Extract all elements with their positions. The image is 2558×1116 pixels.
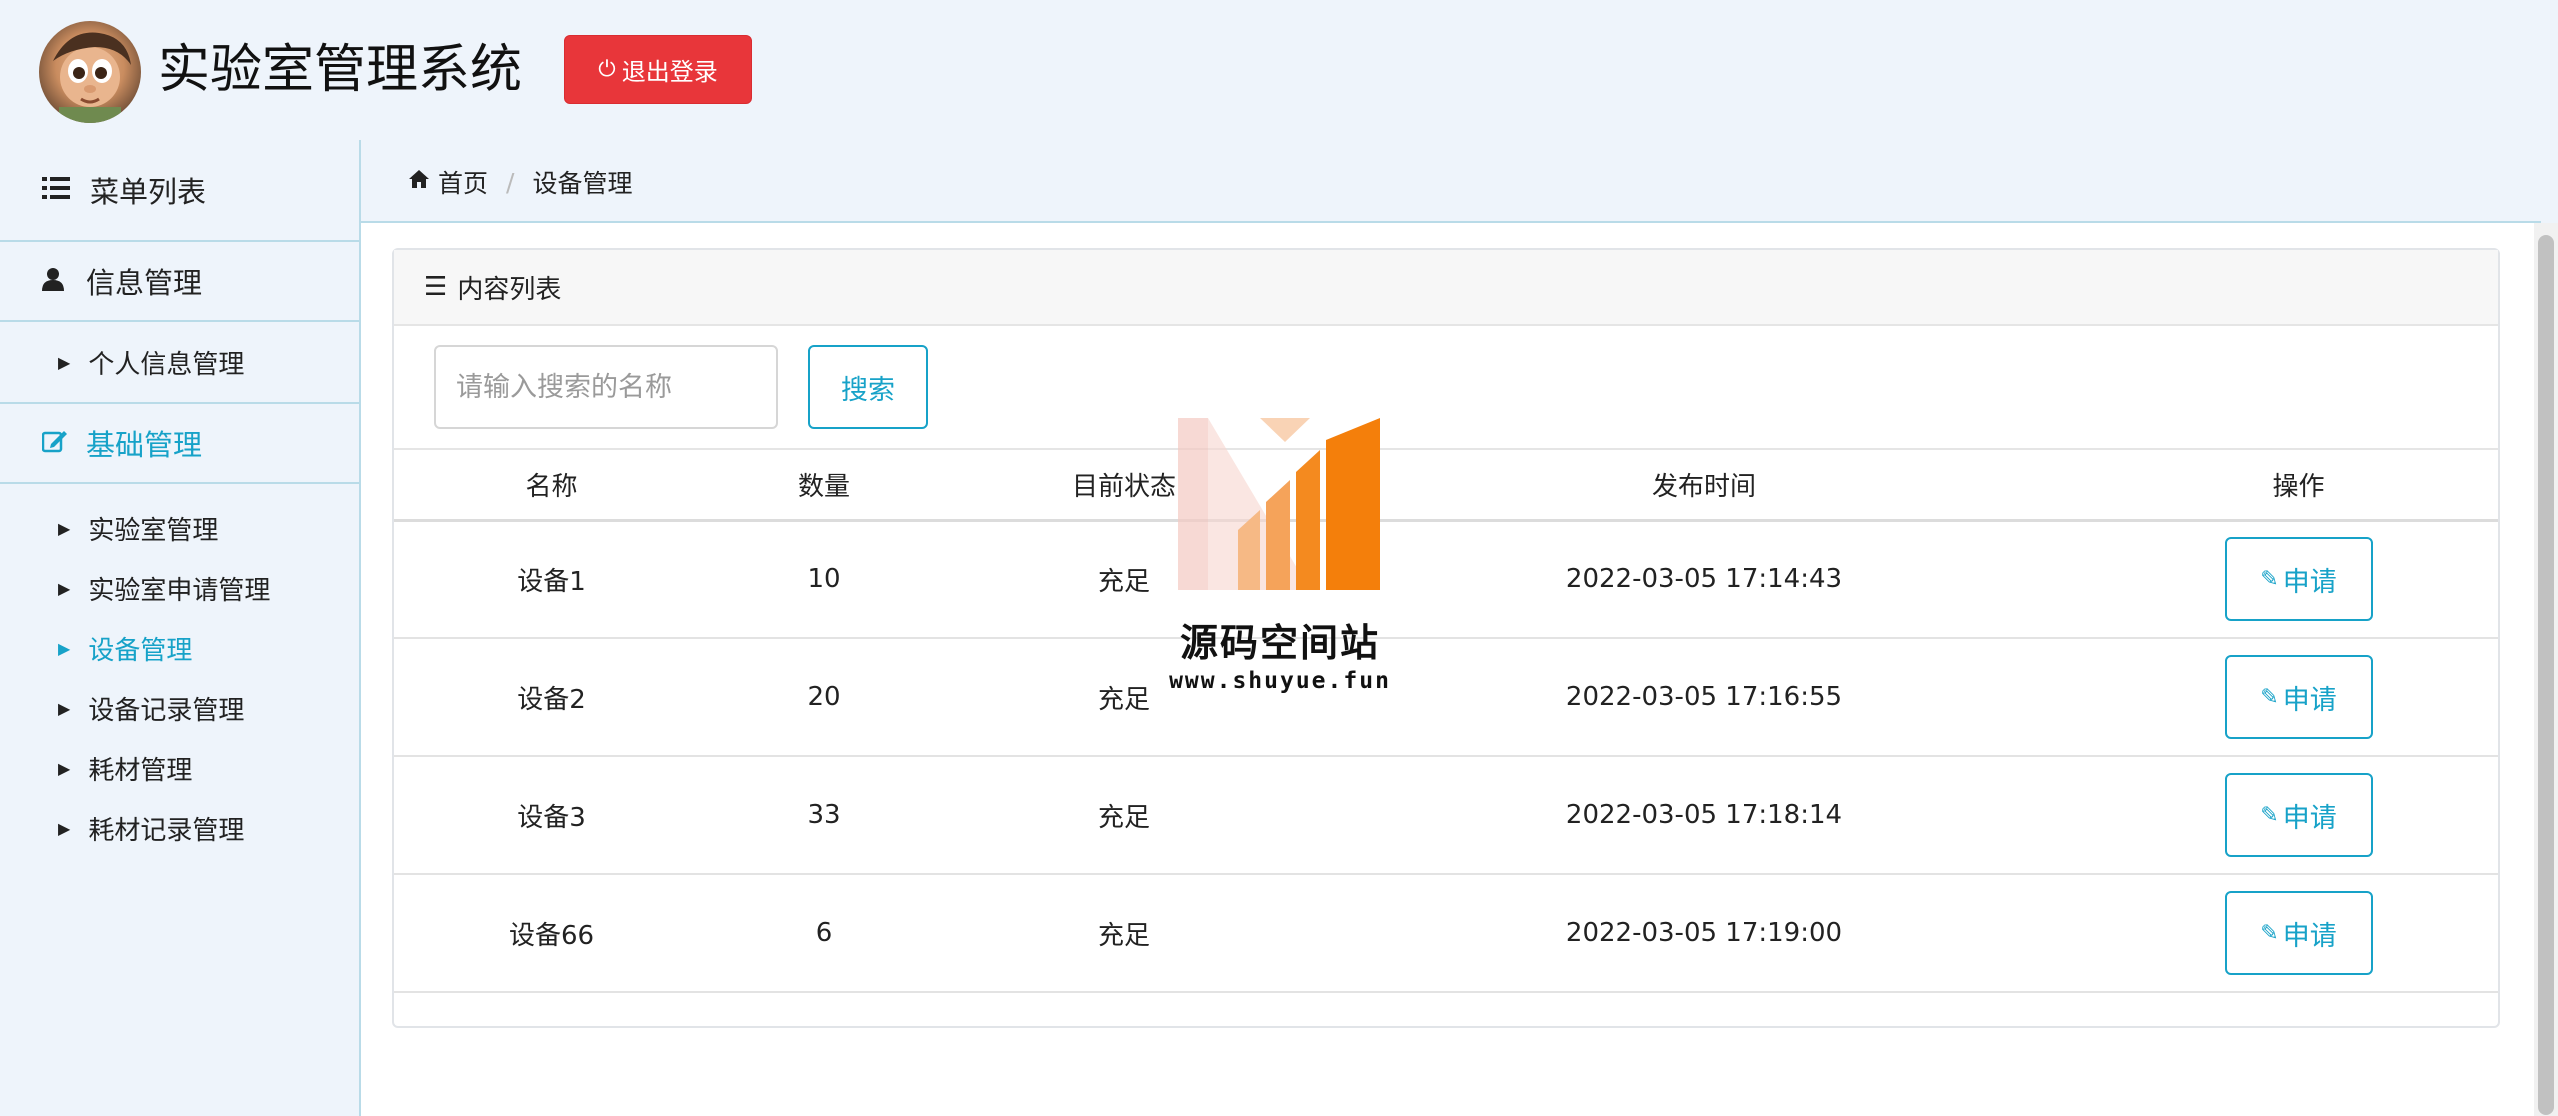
home-icon [408, 169, 430, 195]
column-header-name: 名称 [394, 450, 709, 522]
cell-name: 设备1 [394, 520, 709, 639]
content-panel: ☰ 内容列表 搜索 名称 数量 目前状态 发布时间 操作 设备1 10 充足 2… [392, 248, 2500, 1028]
menu-header: 菜单列表 [0, 140, 359, 242]
menu-group-info[interactable]: 信息管理 [0, 242, 359, 322]
caret-right-icon: ▶ [58, 818, 71, 838]
power-icon: ⏻ [598, 57, 616, 82]
cell-quantity: 33 [709, 756, 939, 875]
edit-icon [41, 427, 67, 460]
sidebar: 菜单列表 信息管理 ▶ 个人信息管理 基础管理 ▶ 实验室管理 ▶ 实验室申请管… [0, 140, 361, 1116]
submenu-basic: ▶ 实验室管理 ▶ 实验室申请管理 ▶ 设备管理 ▶ 设备记录管理 ▶ 耗材管理… [0, 484, 359, 872]
menu-title: 菜单列表 [90, 175, 207, 209]
column-header-time: 发布时间 [1309, 450, 2099, 522]
sidebar-item-equipment-records[interactable]: ▶ 设备记录管理 [0, 678, 359, 738]
apply-button[interactable]: ✎ 申请 [2224, 773, 2373, 857]
cell-action: ✎ 申请 [2099, 874, 2498, 993]
breadcrumb-home[interactable]: 首页 [438, 164, 488, 200]
edit-icon: ✎ [2260, 566, 2279, 592]
cell-name: 设备2 [394, 638, 709, 757]
apply-label: 申请 [2282, 802, 2337, 834]
apply-button[interactable]: ✎ 申请 [2224, 655, 2373, 739]
caret-right-icon: ▶ [58, 698, 71, 718]
cell-quantity: 20 [709, 638, 939, 757]
caret-right-icon: ▶ [58, 518, 71, 538]
sidebar-item-lab-application[interactable]: ▶ 实验室申请管理 [0, 558, 359, 618]
panel-heading: ☰ 内容列表 [394, 250, 2498, 326]
sidebar-item-label: 个人信息管理 [88, 349, 245, 380]
cell-quantity: 6 [709, 874, 939, 993]
table-row: 设备1 10 充足 2022-03-05 17:14:43 ✎ 申请 [394, 520, 2498, 639]
breadcrumb-current: 设备管理 [532, 169, 633, 198]
cell-time: 2022-03-05 17:14:43 [1309, 520, 2099, 639]
apply-label: 申请 [2282, 684, 2337, 716]
table-row: 设备3 33 充足 2022-03-05 17:18:14 ✎ 申请 [394, 756, 2498, 875]
caret-right-icon: ▶ [58, 638, 71, 658]
breadcrumb: 首页 / 设备管理 [408, 160, 632, 204]
panel-title: 内容列表 [457, 274, 562, 305]
apply-button[interactable]: ✎ 申请 [2224, 891, 2373, 975]
edit-icon: ✎ [2260, 920, 2279, 946]
sidebar-item-lab[interactable]: ▶ 实验室管理 [0, 498, 359, 558]
menu-group-label: 信息管理 [86, 266, 203, 300]
cell-time: 2022-03-05 17:19:00 [1309, 874, 2099, 993]
submenu-info: ▶ 个人信息管理 [0, 322, 359, 404]
cell-name: 设备3 [394, 756, 709, 875]
column-header-quantity: 数量 [709, 450, 939, 522]
search-input[interactable] [434, 345, 778, 429]
breadcrumb-separator: / [506, 167, 515, 197]
sidebar-item-consumables[interactable]: ▶ 耗材管理 [0, 738, 359, 798]
cell-action: ✎ 申请 [2099, 520, 2498, 639]
menu-group-basic[interactable]: 基础管理 [0, 404, 359, 484]
cell-time: 2022-03-05 17:16:55 [1309, 638, 2099, 757]
sidebar-item-personal-info[interactable]: ▶ 个人信息管理 [0, 332, 359, 392]
cell-status: 充足 [939, 874, 1309, 993]
logout-button[interactable]: ⏻ 退出登录 [564, 35, 752, 104]
app-title: 实验室管理系统 [158, 40, 523, 100]
top-header: 实验室管理系统 ⏻ 退出登录 [0, 0, 2558, 140]
avatar [39, 21, 141, 123]
sidebar-item-label: 耗材管理 [88, 755, 193, 786]
sidebar-item-label: 实验室申请管理 [88, 575, 271, 606]
list-icon [42, 174, 70, 207]
sidebar-item-consumable-records[interactable]: ▶ 耗材记录管理 [0, 798, 359, 858]
table-header-row: 名称 数量 目前状态 发布时间 操作 [394, 450, 2498, 522]
sidebar-item-label: 设备管理 [88, 635, 193, 666]
menu-group-label: 基础管理 [86, 428, 203, 462]
user-icon [42, 265, 64, 298]
cell-action: ✎ 申请 [2099, 756, 2498, 875]
sidebar-item-label: 耗材记录管理 [88, 815, 245, 846]
table-row: 设备66 6 充足 2022-03-05 17:19:00 ✎ 申请 [394, 874, 2498, 993]
column-header-action: 操作 [2099, 450, 2498, 522]
sidebar-item-equipment[interactable]: ▶ 设备管理 [0, 618, 359, 678]
cell-action: ✎ 申请 [2099, 638, 2498, 757]
bars-icon: ☰ [424, 272, 448, 302]
apply-button[interactable]: ✎ 申请 [2224, 537, 2373, 622]
cell-time: 2022-03-05 17:18:14 [1309, 756, 2099, 875]
caret-right-icon: ▶ [58, 578, 71, 598]
scrollbar-thumb[interactable] [2538, 235, 2554, 1115]
edit-icon: ✎ [2260, 802, 2279, 828]
apply-label: 申请 [2282, 566, 2337, 598]
sidebar-item-label: 设备记录管理 [88, 695, 245, 726]
column-header-status: 目前状态 [939, 450, 1309, 522]
search-button[interactable]: 搜索 [808, 345, 928, 429]
watermark-title: 源码空间站 [1179, 621, 1380, 665]
scrollbar[interactable] [2534, 223, 2558, 1116]
edit-icon: ✎ [2260, 684, 2279, 710]
cell-name: 设备66 [394, 874, 709, 993]
equipment-table: 名称 数量 目前状态 发布时间 操作 设备1 10 充足 2022-03-05 … [394, 450, 2498, 993]
logout-label: 退出登录 [621, 58, 718, 86]
watermark-url: www.shuyue.fun [1169, 668, 1391, 694]
caret-right-icon: ▶ [58, 352, 71, 372]
search-row: 搜索 [394, 326, 2498, 450]
apply-label: 申请 [2282, 920, 2337, 952]
cell-status: 充足 [939, 756, 1309, 875]
sidebar-item-label: 实验室管理 [88, 515, 219, 546]
cell-quantity: 10 [709, 520, 939, 639]
caret-right-icon: ▶ [58, 758, 71, 778]
table-row: 设备2 20 充足 2022-03-05 17:16:55 ✎ 申请 [394, 638, 2498, 757]
